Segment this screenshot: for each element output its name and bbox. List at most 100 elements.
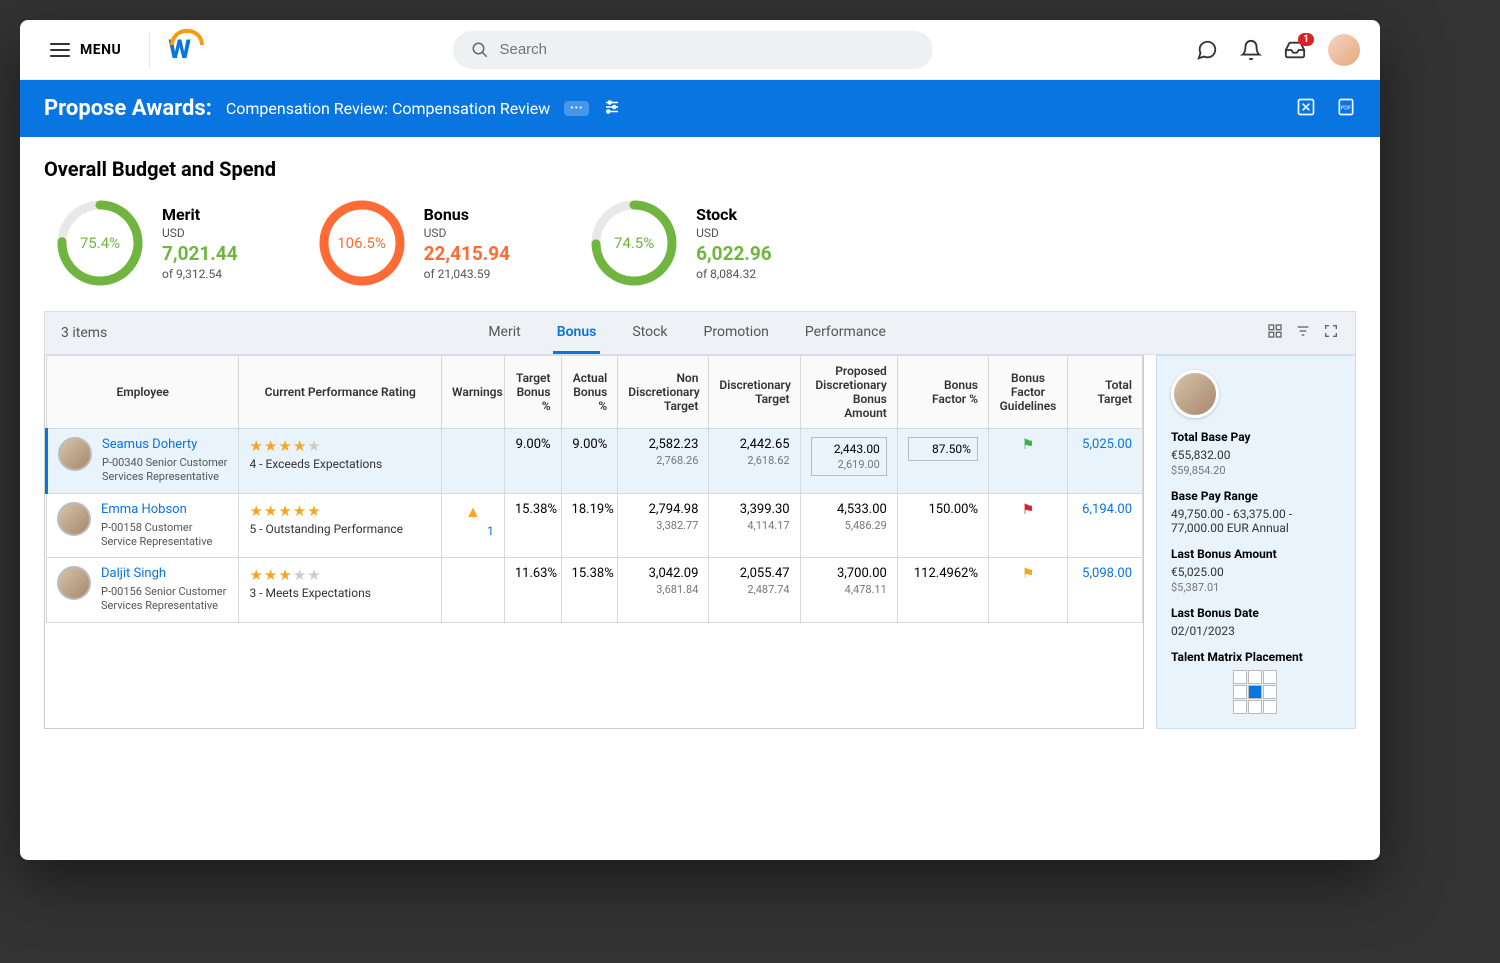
table-row[interactable]: Daljit Singh P-00156 Senior Customer Ser… [47, 558, 1143, 623]
detail-avatar [1171, 370, 1219, 418]
table-row[interactable]: Emma Hobson P-00158 Customer Service Rep… [47, 493, 1143, 558]
grid-view-icon[interactable] [1267, 323, 1283, 343]
actual-bonus-pct: 15.38% [561, 558, 618, 623]
budget-pct: 74.5% [590, 199, 678, 287]
nondisc-target: 2,794.983,382.77 [618, 493, 709, 558]
talent-matrix-label: Talent Matrix Placement [1171, 650, 1341, 664]
bonus-factor-input[interactable]: 87.50% [908, 437, 978, 461]
proposed-amount[interactable]: 2,443.002,619.00 [800, 429, 897, 494]
search-box[interactable] [453, 31, 933, 69]
proposed-amount: 4,533.005,486.29 [800, 493, 897, 558]
employee-avatar [57, 502, 91, 536]
total-target-link[interactable]: 5,025.00 [1067, 429, 1142, 494]
last-bonus-date-value: 02/01/2023 [1171, 624, 1341, 638]
base-pay-range-label: Base Pay Range [1171, 489, 1341, 503]
star-rating: ★★★★★ [249, 437, 431, 455]
budget-pct: 106.5% [318, 199, 406, 287]
flag-icon[interactable]: ⚑ [1022, 566, 1035, 582]
total-target-link[interactable]: 6,194.00 [1067, 493, 1142, 558]
employee-name-link[interactable]: Daljit Singh [101, 566, 228, 581]
proposed-amount-input[interactable]: 2,443.002,619.00 [811, 437, 887, 476]
col-header[interactable]: Total Target [1067, 356, 1142, 429]
app-logo[interactable]: W [168, 35, 191, 65]
total-target-link[interactable]: 5,098.00 [1067, 558, 1142, 623]
budget-amount: 6,022.96 [696, 242, 772, 265]
budget-name: Merit [162, 205, 238, 224]
employee-position: P-00158 Customer Service Representative [101, 521, 228, 550]
col-header[interactable]: Actual Bonus % [561, 356, 618, 429]
more-actions-icon[interactable]: ••• [564, 101, 589, 116]
export-pdf-icon[interactable]: PDF [1336, 97, 1356, 121]
employee-avatar [57, 566, 91, 600]
warning-icon[interactable]: ▲ [465, 502, 481, 521]
employee-name-link[interactable]: Seamus Doherty [102, 437, 228, 452]
employee-position: P-00340 Senior Customer Services Represe… [102, 456, 228, 485]
bell-icon[interactable] [1240, 39, 1262, 61]
col-header[interactable]: Current Performance Rating [239, 356, 442, 429]
budget-card-merit: 75.4% Merit USD 7,021.44 of 9,312.54 [56, 199, 238, 287]
user-avatar[interactable] [1328, 34, 1360, 66]
star-rating: ★★★★★ [249, 502, 431, 520]
rating-text: 4 - Exceeds Expectations [249, 457, 431, 471]
tab-promotion[interactable]: Promotion [700, 313, 773, 354]
app-window: MENU W 1 Propose Awards: Compensation Re… [20, 20, 1380, 860]
target-bonus-pct: 15.38% [504, 493, 561, 558]
hamburger-icon [50, 43, 70, 57]
disc-target: 3,399.304,114.17 [709, 493, 800, 558]
col-header[interactable]: Warnings [442, 356, 505, 429]
budget-currency: USD [162, 226, 238, 240]
bonus-factor[interactable]: 87.50% [897, 429, 988, 494]
employee-name-link[interactable]: Emma Hobson [101, 502, 228, 517]
top-nav: MENU W 1 [20, 20, 1380, 80]
inbox-icon[interactable]: 1 [1284, 39, 1306, 61]
nondisc-target: 2,582.232,768.26 [618, 429, 709, 494]
budget-cards: 75.4% Merit USD 7,021.44 of 9,312.54 106… [44, 199, 1356, 287]
flag-icon[interactable]: ⚑ [1022, 502, 1035, 518]
budget-name: Bonus [424, 205, 511, 224]
col-header[interactable]: Employee [47, 356, 239, 429]
page-subtitle: Compensation Review: Compensation Review [226, 99, 550, 118]
page-header: Propose Awards: Compensation Review: Com… [20, 80, 1380, 137]
last-bonus-date-label: Last Bonus Date [1171, 606, 1341, 620]
col-header[interactable]: Bonus Factor % [897, 356, 988, 429]
flag-icon[interactable]: ⚑ [1022, 437, 1035, 453]
table-row[interactable]: Seamus Doherty P-00340 Senior Customer S… [47, 429, 1143, 494]
export-excel-icon[interactable] [1296, 97, 1316, 121]
col-header[interactable]: Bonus Factor Guidelines [988, 356, 1067, 429]
col-header[interactable]: Target Bonus % [504, 356, 561, 429]
tab-merit[interactable]: Merit [484, 313, 524, 354]
menu-label: MENU [80, 42, 121, 58]
budget-pct: 75.4% [56, 199, 144, 287]
tab-bonus[interactable]: Bonus [553, 313, 601, 354]
svg-text:PDF: PDF [1341, 105, 1353, 111]
settings-icon[interactable] [603, 98, 621, 120]
proposed-amount: 3,700.004,478.11 [800, 558, 897, 623]
chat-icon[interactable] [1196, 39, 1218, 61]
col-header[interactable]: Non Discretionary Target [618, 356, 709, 429]
last-bonus-alt: $5,387.01 [1171, 581, 1341, 594]
rating-text: 5 - Outstanding Performance [249, 522, 431, 536]
total-base-pay-value: €55,832.00 [1171, 448, 1341, 462]
inbox-badge: 1 [1298, 33, 1314, 46]
employee-avatar [58, 437, 92, 471]
budget-currency: USD [424, 226, 511, 240]
col-header[interactable]: Discretionary Target [709, 356, 800, 429]
filter-icon[interactable] [1295, 323, 1311, 343]
tab-stock[interactable]: Stock [628, 313, 671, 354]
last-bonus-label: Last Bonus Amount [1171, 547, 1341, 561]
tab-performance[interactable]: Performance [801, 313, 890, 354]
search-icon [471, 41, 489, 59]
table-toolbar: 3 items Merit Bonus Stock Promotion Performa… [44, 311, 1356, 355]
menu-button[interactable]: MENU [40, 36, 131, 64]
fullscreen-icon[interactable] [1323, 323, 1339, 343]
budget-donut: 106.5% [318, 199, 406, 287]
budget-donut: 74.5% [590, 199, 678, 287]
col-header[interactable]: Proposed Discretionary Bonus Amount [800, 356, 897, 429]
item-count: 3 items [61, 325, 107, 341]
budget-card-stock: 74.5% Stock USD 6,022.96 of 8,084.32 [590, 199, 772, 287]
employee-detail-panel: Total Base Pay €55,832.00 $59,854.20 Bas… [1156, 355, 1356, 729]
budget-section-title: Overall Budget and Spend [44, 157, 1356, 181]
target-bonus-pct: 11.63% [504, 558, 561, 623]
search-input[interactable] [499, 41, 915, 58]
base-pay-range-value: 49,750.00 - 63,375.00 - 77,000.00 EUR An… [1171, 507, 1341, 535]
